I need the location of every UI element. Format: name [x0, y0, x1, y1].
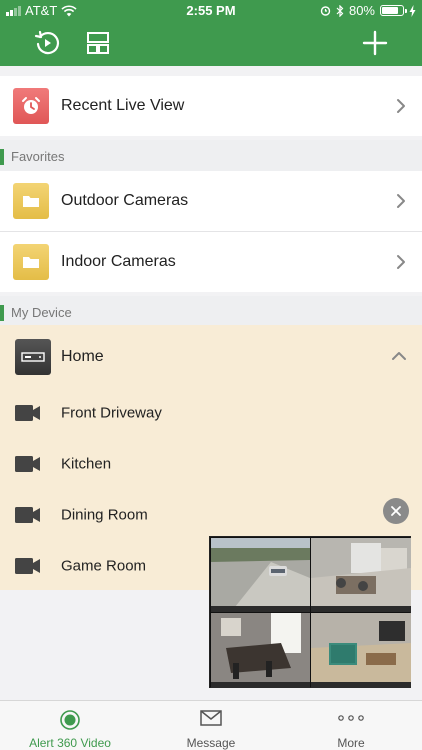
camera-icon [15, 404, 40, 421]
tab-bar: Alert 360 Video Message More [0, 700, 422, 750]
tab-more[interactable]: More [281, 701, 421, 750]
my-device-title: My Device [11, 305, 72, 320]
favorite-item-label: Outdoor Cameras [61, 192, 189, 209]
chevron-right-icon [397, 194, 405, 208]
charging-icon [409, 4, 416, 17]
alarm-clock-icon [22, 97, 40, 114]
favorites-section-header: Favorites [0, 140, 422, 174]
status-right: 80% [320, 3, 416, 18]
folder-icon [13, 183, 49, 219]
playback-icon[interactable] [32, 28, 62, 58]
camera-row-dining-room[interactable]: Dining Room [0, 489, 422, 540]
battery-percent: 80% [348, 3, 375, 18]
device-row-home[interactable]: Home [0, 331, 422, 383]
tab-message[interactable]: Message [141, 701, 281, 750]
favorite-item-indoor-cameras[interactable]: Indoor Cameras [0, 232, 422, 292]
camera-label: Kitchen [61, 455, 112, 472]
battery-fill [382, 7, 398, 14]
camera-icon [15, 455, 40, 472]
add-icon[interactable] [360, 28, 390, 58]
chevron-up-icon[interactable] [391, 351, 407, 361]
status-bar: AT&T 2:55 PM 80% [0, 0, 422, 22]
alarm-icon [320, 6, 331, 16]
section-accent [0, 305, 4, 321]
folder-icon [13, 244, 49, 280]
pip-close-button[interactable] [383, 498, 409, 524]
close-icon [391, 506, 401, 516]
camera-row-front-driveway[interactable]: Front Driveway [0, 387, 422, 438]
live-video-icon [60, 710, 80, 730]
live-tile-dining[interactable] [211, 613, 310, 688]
favorite-item-outdoor-cameras[interactable]: Outdoor Cameras [0, 171, 422, 231]
tab-label: Message [186, 736, 236, 750]
app-header: AT&T 2:55 PM 80% [0, 0, 422, 66]
camera-icon [15, 557, 40, 574]
live-tile-driveway[interactable] [211, 538, 310, 612]
favorite-item-label: Indoor Cameras [61, 253, 176, 270]
favorites-title: Favorites [11, 149, 65, 164]
tab-alert-360-video[interactable]: Alert 360 Video [0, 701, 140, 750]
chevron-right-icon [397, 255, 405, 269]
recent-live-view-row[interactable]: Recent Live View [0, 76, 422, 136]
battery-icon [380, 5, 407, 16]
live-tile-game-room[interactable] [311, 613, 411, 688]
camera-icon [15, 506, 40, 523]
camera-label: Game Room [61, 557, 147, 574]
tab-label: Alert 360 Video [29, 736, 111, 750]
recent-live-view-icon [13, 88, 49, 124]
envelope-icon [200, 710, 222, 726]
camera-label: Front Driveway [61, 404, 162, 421]
section-accent [0, 149, 4, 165]
nvr-icon [15, 339, 51, 375]
live-tile-kitchen[interactable] [311, 538, 411, 612]
more-dots-icon [338, 715, 364, 721]
layout-icon[interactable] [83, 28, 113, 58]
device-label: Home [61, 348, 104, 365]
camera-row-kitchen[interactable]: Kitchen [0, 438, 422, 489]
bluetooth-icon [336, 4, 344, 17]
chevron-right-icon [397, 99, 405, 113]
recent-live-view-label: Recent Live View [61, 97, 185, 114]
tab-label: More [337, 736, 365, 750]
camera-label: Dining Room [61, 506, 148, 523]
live-preview-window[interactable] [209, 536, 411, 688]
